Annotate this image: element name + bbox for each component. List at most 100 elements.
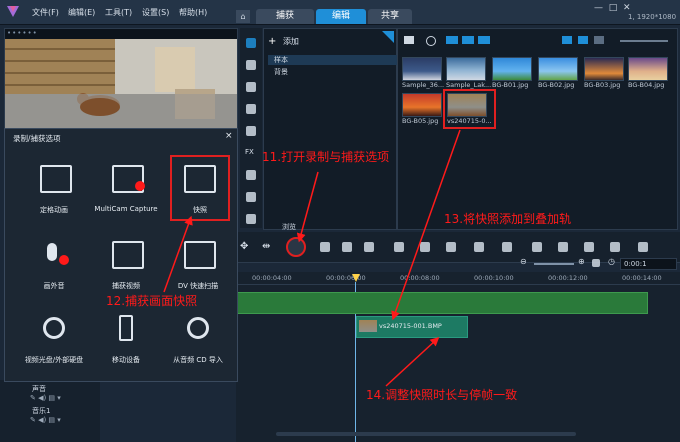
track-controls[interactable]: ✎ ◀) ▤ ▾ (30, 394, 61, 402)
thumbnail-label: BG-B05.jpg (402, 117, 439, 125)
folder-item-sample[interactable]: 样本 (268, 55, 398, 65)
capture-icon[interactable] (426, 36, 436, 46)
thumbnail-label: BG-B03.jpg (584, 81, 621, 89)
timecode-value: 0:00:1 (624, 260, 647, 268)
title-icon[interactable] (246, 104, 256, 114)
audio-cd-icon (187, 317, 209, 339)
thumbnail-image (492, 57, 532, 81)
option-snapshot[interactable]: 快照 (170, 155, 230, 221)
tab-capture[interactable]: 捕获 (256, 9, 314, 24)
trim-icon[interactable]: ⇹ (262, 241, 270, 252)
crop-icon[interactable] (558, 242, 568, 252)
list-view-button[interactable] (562, 36, 572, 44)
tab-share[interactable]: 共享 (368, 9, 412, 24)
motion-track-icon[interactable] (364, 242, 374, 252)
media-thumbnail[interactable]: BG-B01.jpg (492, 57, 532, 89)
show-video-button[interactable] (446, 36, 458, 44)
browse-label: 浏览 (282, 223, 296, 231)
thumbnail-label: BG-B04.jpg (628, 81, 665, 89)
clip-thumbnail (359, 320, 377, 332)
clock-icon[interactable] (246, 214, 256, 224)
add-folder-label: 添加 (282, 37, 299, 46)
ruler-tick: 00:00:10:00 (474, 274, 514, 282)
filter-icon[interactable] (246, 192, 256, 202)
fx-icon[interactable]: FX (245, 148, 254, 156)
thumbnail-label: BG-B02.jpg (538, 81, 575, 89)
media-thumbnail[interactable]: Sample_Lak... (446, 57, 491, 89)
media-thumbnail[interactable]: BG-B05.jpg (402, 93, 442, 125)
media-panel: Sample_36... Sample_Lak... BG-B01.jpg BG… (397, 28, 678, 230)
thumbnail-image (402, 57, 442, 81)
disc-icon (43, 317, 65, 339)
option-dv-quick-scan[interactable]: DV 快速扫描 (153, 239, 243, 299)
dv-scan-icon (184, 241, 216, 269)
mask-icon[interactable] (446, 242, 456, 252)
show-audio-button[interactable] (478, 36, 490, 44)
track-controls[interactable]: ✎ ◀) ▤ ▾ (30, 416, 61, 424)
ruler-tick: 00:00:14:00 (622, 274, 662, 282)
transition-icon[interactable] (246, 82, 256, 92)
subtitle-icon[interactable] (394, 242, 404, 252)
video-clip[interactable] (236, 292, 648, 314)
loop-icon[interactable] (474, 242, 484, 252)
thumbnail-image (584, 57, 624, 81)
sort-button[interactable] (594, 36, 604, 44)
zoom-out-icon[interactable]: ⊖ (520, 257, 527, 266)
panel-corner-marker (382, 31, 394, 43)
media-thumbnail[interactable]: Sample_36... (402, 57, 444, 89)
tab-edit[interactable]: 编辑 (316, 9, 366, 24)
audio-mixer-icon[interactable] (320, 242, 330, 252)
auto-music-icon[interactable] (342, 242, 352, 252)
text-icon[interactable] (532, 242, 542, 252)
folder-panel: + 添加 样本 背景 浏览 (263, 28, 398, 232)
multicam-icon[interactable] (420, 242, 430, 252)
menu-tools[interactable]: 工具(T) (105, 7, 132, 18)
thumbnail-image (447, 93, 487, 117)
zoom-in-icon[interactable]: ⊕ (578, 257, 585, 266)
camera-icon[interactable] (638, 242, 648, 252)
stabilize-icon[interactable] (610, 242, 620, 252)
window-controls[interactable]: — □ ✕ (594, 3, 631, 13)
folder-item-background[interactable]: 背景 (268, 67, 288, 77)
panel-grip: •••••• (7, 29, 38, 37)
thumbnail-image (446, 57, 486, 81)
media-icon[interactable] (246, 38, 256, 48)
media-thumbnail[interactable]: BG-B02.jpg (538, 57, 578, 89)
media-thumbnail[interactable]: BG-B04.jpg (628, 57, 668, 89)
close-icon[interactable]: × (225, 131, 233, 141)
option-audio-cd[interactable]: 从音频 CD 导入 (153, 315, 243, 375)
fit-icon[interactable] (592, 259, 600, 267)
timecode-display[interactable]: 0:00:1 (620, 258, 677, 270)
color-icon[interactable] (584, 242, 594, 252)
thumbnail-image (538, 57, 578, 81)
record-capture-button[interactable] (286, 237, 306, 257)
microphone-icon (47, 243, 57, 261)
overlay-snapshot-clip[interactable]: vs240715-001.BMP (356, 316, 468, 338)
ruler-tick: 00:00:04:00 (252, 274, 292, 282)
snapshot-icon (184, 165, 216, 193)
time-remap-icon[interactable] (502, 242, 512, 252)
timeline-scrollbar[interactable] (276, 432, 576, 436)
option-label: 快照 (193, 206, 207, 214)
clock-icon: ◷ (608, 257, 615, 266)
path-icon[interactable] (246, 170, 256, 180)
thumbnail-size-slider[interactable] (620, 40, 668, 42)
browse-button[interactable]: 浏览 (282, 222, 296, 232)
playhead-marker[interactable] (352, 274, 360, 282)
graphic-icon[interactable] (246, 126, 256, 136)
menu-settings[interactable]: 设置(S) (142, 7, 169, 18)
menu-file[interactable]: 文件(F) (32, 7, 59, 18)
menu-help[interactable]: 帮助(H) (179, 7, 207, 18)
grid-view-button[interactable] (578, 36, 588, 44)
menu-edit[interactable]: 编辑(E) (68, 7, 95, 18)
media-thumbnail[interactable]: BG-B03.jpg (584, 57, 624, 89)
show-photo-button[interactable] (462, 36, 474, 44)
instant-project-icon[interactable] (246, 60, 256, 70)
ruler-tick: 00:00:12:00 (548, 274, 588, 282)
folder-open-icon[interactable] (404, 36, 414, 44)
zoom-slider[interactable] (534, 263, 574, 265)
home-icon[interactable]: ⌂ (236, 10, 250, 23)
snapshot-thumbnail[interactable]: vs240715-0... (443, 89, 496, 129)
annotation-step-11: 11.打开录制与捕获选项 (262, 150, 390, 164)
add-folder-button[interactable]: + 添加 (268, 36, 299, 47)
